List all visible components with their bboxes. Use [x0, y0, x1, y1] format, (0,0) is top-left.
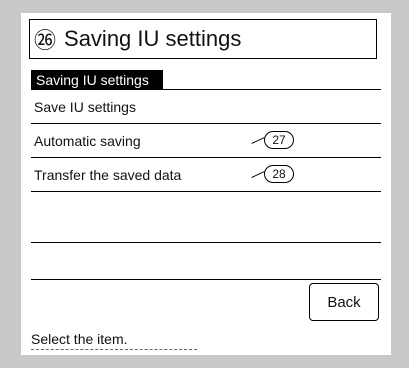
- menu-item-automatic-saving[interactable]: Automatic saving 27: [31, 124, 381, 158]
- page-title: ㉖ Saving IU settings: [29, 19, 377, 59]
- step-number: ㉖: [34, 28, 57, 53]
- menu-item-empty: [31, 192, 381, 243]
- menu-item-empty: [31, 243, 381, 280]
- callout-leader: [251, 170, 265, 178]
- callout-marker: 27: [251, 131, 294, 149]
- menu-item-save-iu-settings[interactable]: Save IU settings: [31, 90, 381, 124]
- callout-number: 28: [264, 165, 294, 183]
- menu-item-label: Save IU settings: [34, 98, 136, 115]
- settings-panel: ㉖ Saving IU settings Saving IU settings …: [21, 13, 391, 355]
- menu-item-transfer-saved-data[interactable]: Transfer the saved data 28: [31, 158, 381, 192]
- back-button[interactable]: Back: [309, 283, 379, 321]
- divider: [31, 349, 197, 351]
- menu-item-label: Transfer the saved data: [34, 166, 182, 183]
- callout-marker: 28: [251, 165, 294, 183]
- callout-leader: [251, 136, 265, 144]
- menu-item-label: Automatic saving: [34, 132, 141, 149]
- callout-number: 27: [264, 131, 294, 149]
- status-message: Select the item.: [31, 331, 128, 347]
- screen-title-tab: Saving IU settings: [31, 70, 163, 90]
- page-title-text: Saving IU settings: [64, 26, 242, 51]
